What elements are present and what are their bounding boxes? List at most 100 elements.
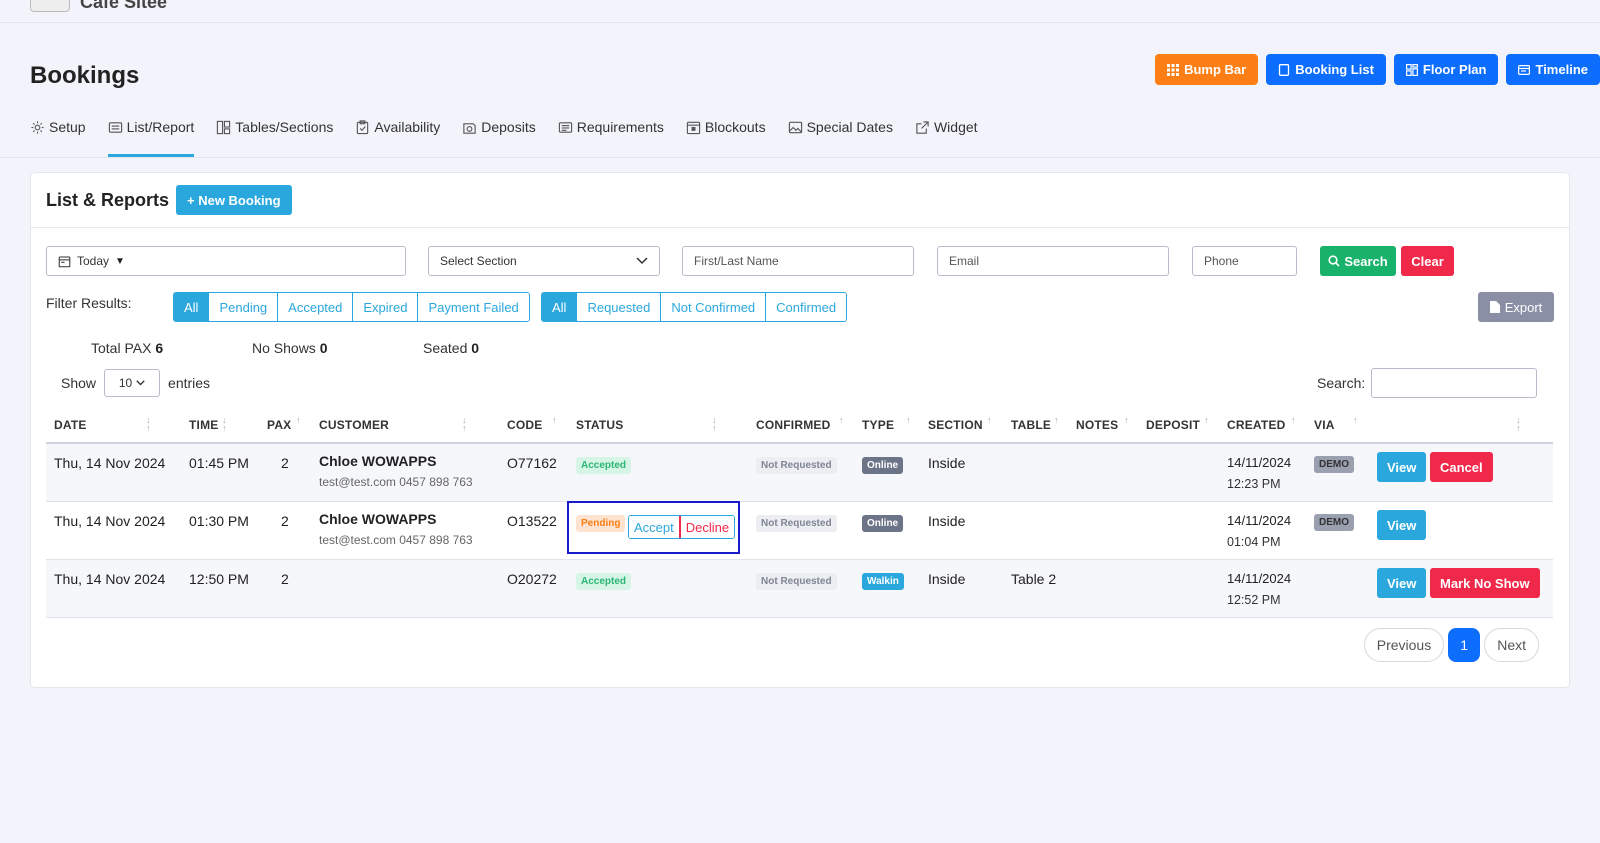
mark-no-show-button[interactable]: Mark No Show (1430, 568, 1540, 598)
pagination: Previous 1 Next (1363, 628, 1539, 662)
no-shows-value: 0 (319, 340, 328, 356)
col-created[interactable]: CREATED (1227, 418, 1286, 432)
card-header: List & Reports + New Booking (31, 173, 1569, 228)
table-search-input[interactable] (1371, 368, 1537, 398)
search-button[interactable]: Search (1320, 246, 1396, 276)
tab-deposits[interactable]: Deposits (462, 115, 536, 157)
tab-list-report[interactable]: List/Report (107, 115, 195, 157)
sort-icon: ↓ ↑ (462, 415, 467, 433)
row-created-time: 12:52 PM (1227, 593, 1281, 607)
search-button-label: Search (1344, 253, 1388, 269)
clipboard-icon (357, 120, 369, 135)
name-field[interactable]: First/Last Name (682, 246, 914, 276)
view-button[interactable]: View (1377, 568, 1427, 598)
row-date: Thu, 14 Nov 2024 (54, 571, 166, 587)
tab-setup[interactable]: Setup (30, 115, 86, 157)
entries-select[interactable]: 10 (104, 369, 161, 397)
booking-list-button[interactable]: Booking List (1266, 54, 1386, 85)
row-code: O13522 (507, 513, 557, 529)
section-select[interactable]: Select Section (428, 246, 660, 276)
row-pax: 2 (281, 455, 289, 471)
tab-tables-sections[interactable]: Tables/Sections (216, 115, 333, 157)
phone-field[interactable]: Phone (1192, 246, 1297, 276)
row-date: Thu, 14 Nov 2024 (54, 455, 166, 471)
row-pax: 2 (281, 571, 289, 587)
cancel-button[interactable]: Cancel (1430, 452, 1493, 482)
filter-confirm-not-confirmed[interactable]: Not Confirmed (661, 293, 767, 321)
row-section: Inside (928, 455, 966, 471)
phone-placeholder: Phone (1204, 254, 1239, 268)
tab-requirements[interactable]: Requirements (558, 115, 664, 157)
type-badge: Walkin (862, 573, 904, 590)
accept-button[interactable]: Accept (629, 516, 680, 538)
deposit-icon (463, 123, 476, 134)
table-row[interactable]: Thu, 14 Nov 2024 12:50 PM 2 O20272 Accep… (46, 560, 1553, 618)
calendar-icon (58, 256, 71, 267)
tab-label: Availability (374, 119, 441, 135)
timeline-button[interactable]: Timeline (1506, 54, 1600, 85)
list-icon (108, 122, 122, 133)
tab-availability[interactable]: Availability (355, 115, 440, 157)
floor-plan-icon (1405, 63, 1418, 76)
tab-special-dates[interactable]: Special Dates (788, 115, 893, 157)
row-contact: test@test.com 0457 898 763 (319, 533, 473, 547)
filter-status-pending[interactable]: Pending (209, 293, 279, 321)
col-section[interactable]: SECTION (928, 418, 983, 432)
filter-status-accepted[interactable]: Accepted (278, 293, 354, 321)
row-customer[interactable]: Chloe WOWAPPS (319, 511, 436, 527)
seated-stat: Seated 0 (423, 340, 479, 356)
table-row[interactable]: Thu, 14 Nov 2024 01:30 PM 2 Chloe WOWAPP… (46, 501, 1553, 560)
clear-button[interactable]: Clear (1401, 246, 1454, 276)
col-deposit[interactable]: DEPOSIT (1146, 418, 1200, 432)
filter-confirm-all[interactable]: All (542, 293, 578, 321)
col-status[interactable]: STATUS (576, 418, 623, 432)
tab-label: Tables/Sections (235, 119, 334, 135)
image-icon (788, 121, 802, 134)
next-page-button[interactable]: Next (1484, 628, 1539, 662)
col-confirmed[interactable]: CONFIRMED (756, 418, 830, 432)
filter-status-payment-failed[interactable]: Payment Failed (418, 293, 529, 321)
col-pax[interactable]: PAX (267, 418, 291, 432)
row-created-date: 14/11/2024 (1227, 513, 1292, 528)
app-logo[interactable] (30, 0, 70, 12)
filter-results-label: Filter Results: (46, 295, 132, 311)
email-field[interactable]: Email (937, 246, 1169, 276)
col-customer[interactable]: CUSTOMER (319, 418, 389, 432)
col-date[interactable]: DATE (54, 418, 87, 432)
sort-icon: ↓ ↑ (146, 415, 151, 433)
tab-widget[interactable]: Widget (915, 115, 978, 157)
row-table: Table 2 (1011, 571, 1057, 587)
confirmed-badge: Not Requested (756, 573, 837, 590)
col-time[interactable]: TIME (189, 418, 218, 432)
col-table[interactable]: TABLE (1011, 418, 1051, 432)
col-via[interactable]: VIA (1314, 418, 1335, 432)
row-customer[interactable]: Chloe WOWAPPS (319, 453, 436, 469)
tab-label: Requirements (576, 119, 664, 135)
show-label: Show (61, 375, 97, 391)
page-1-button[interactable]: 1 (1448, 628, 1481, 662)
filter-status-all[interactable]: All (174, 293, 210, 321)
filter-confirm-requested[interactable]: Requested (577, 293, 662, 321)
card-title: List & Reports (46, 190, 170, 210)
sort-icon: ↑ (987, 415, 992, 425)
decline-button[interactable]: Decline (679, 516, 735, 538)
previous-page-button[interactable]: Previous (1363, 628, 1445, 662)
filter-confirm-confirmed[interactable]: Confirmed (766, 293, 847, 321)
sort-icon: ↓ ↑ (712, 415, 717, 433)
table-row[interactable]: Thu, 14 Nov 2024 01:45 PM 2 Chloe WOWAPP… (46, 444, 1553, 502)
col-type[interactable]: TYPE (862, 418, 894, 432)
date-filter[interactable]: Today ▼ (46, 246, 406, 276)
new-booking-button[interactable]: + New Booking (176, 185, 292, 215)
floor-plan-button[interactable]: Floor Plan (1393, 54, 1499, 85)
tab-label: List/Report (126, 119, 195, 135)
bump-bar-button[interactable]: Bump Bar (1155, 54, 1259, 85)
view-button[interactable]: View (1377, 510, 1427, 540)
view-button[interactable]: View (1377, 452, 1427, 482)
external-link-icon (916, 121, 929, 134)
confirmed-badge: Not Requested (756, 457, 837, 474)
tab-blockouts[interactable]: Blockouts (686, 115, 766, 157)
col-notes[interactable]: NOTES (1076, 418, 1118, 432)
export-button[interactable]: Export (1478, 292, 1554, 322)
col-code[interactable]: CODE (507, 418, 542, 432)
filter-status-expired[interactable]: Expired (353, 293, 419, 321)
